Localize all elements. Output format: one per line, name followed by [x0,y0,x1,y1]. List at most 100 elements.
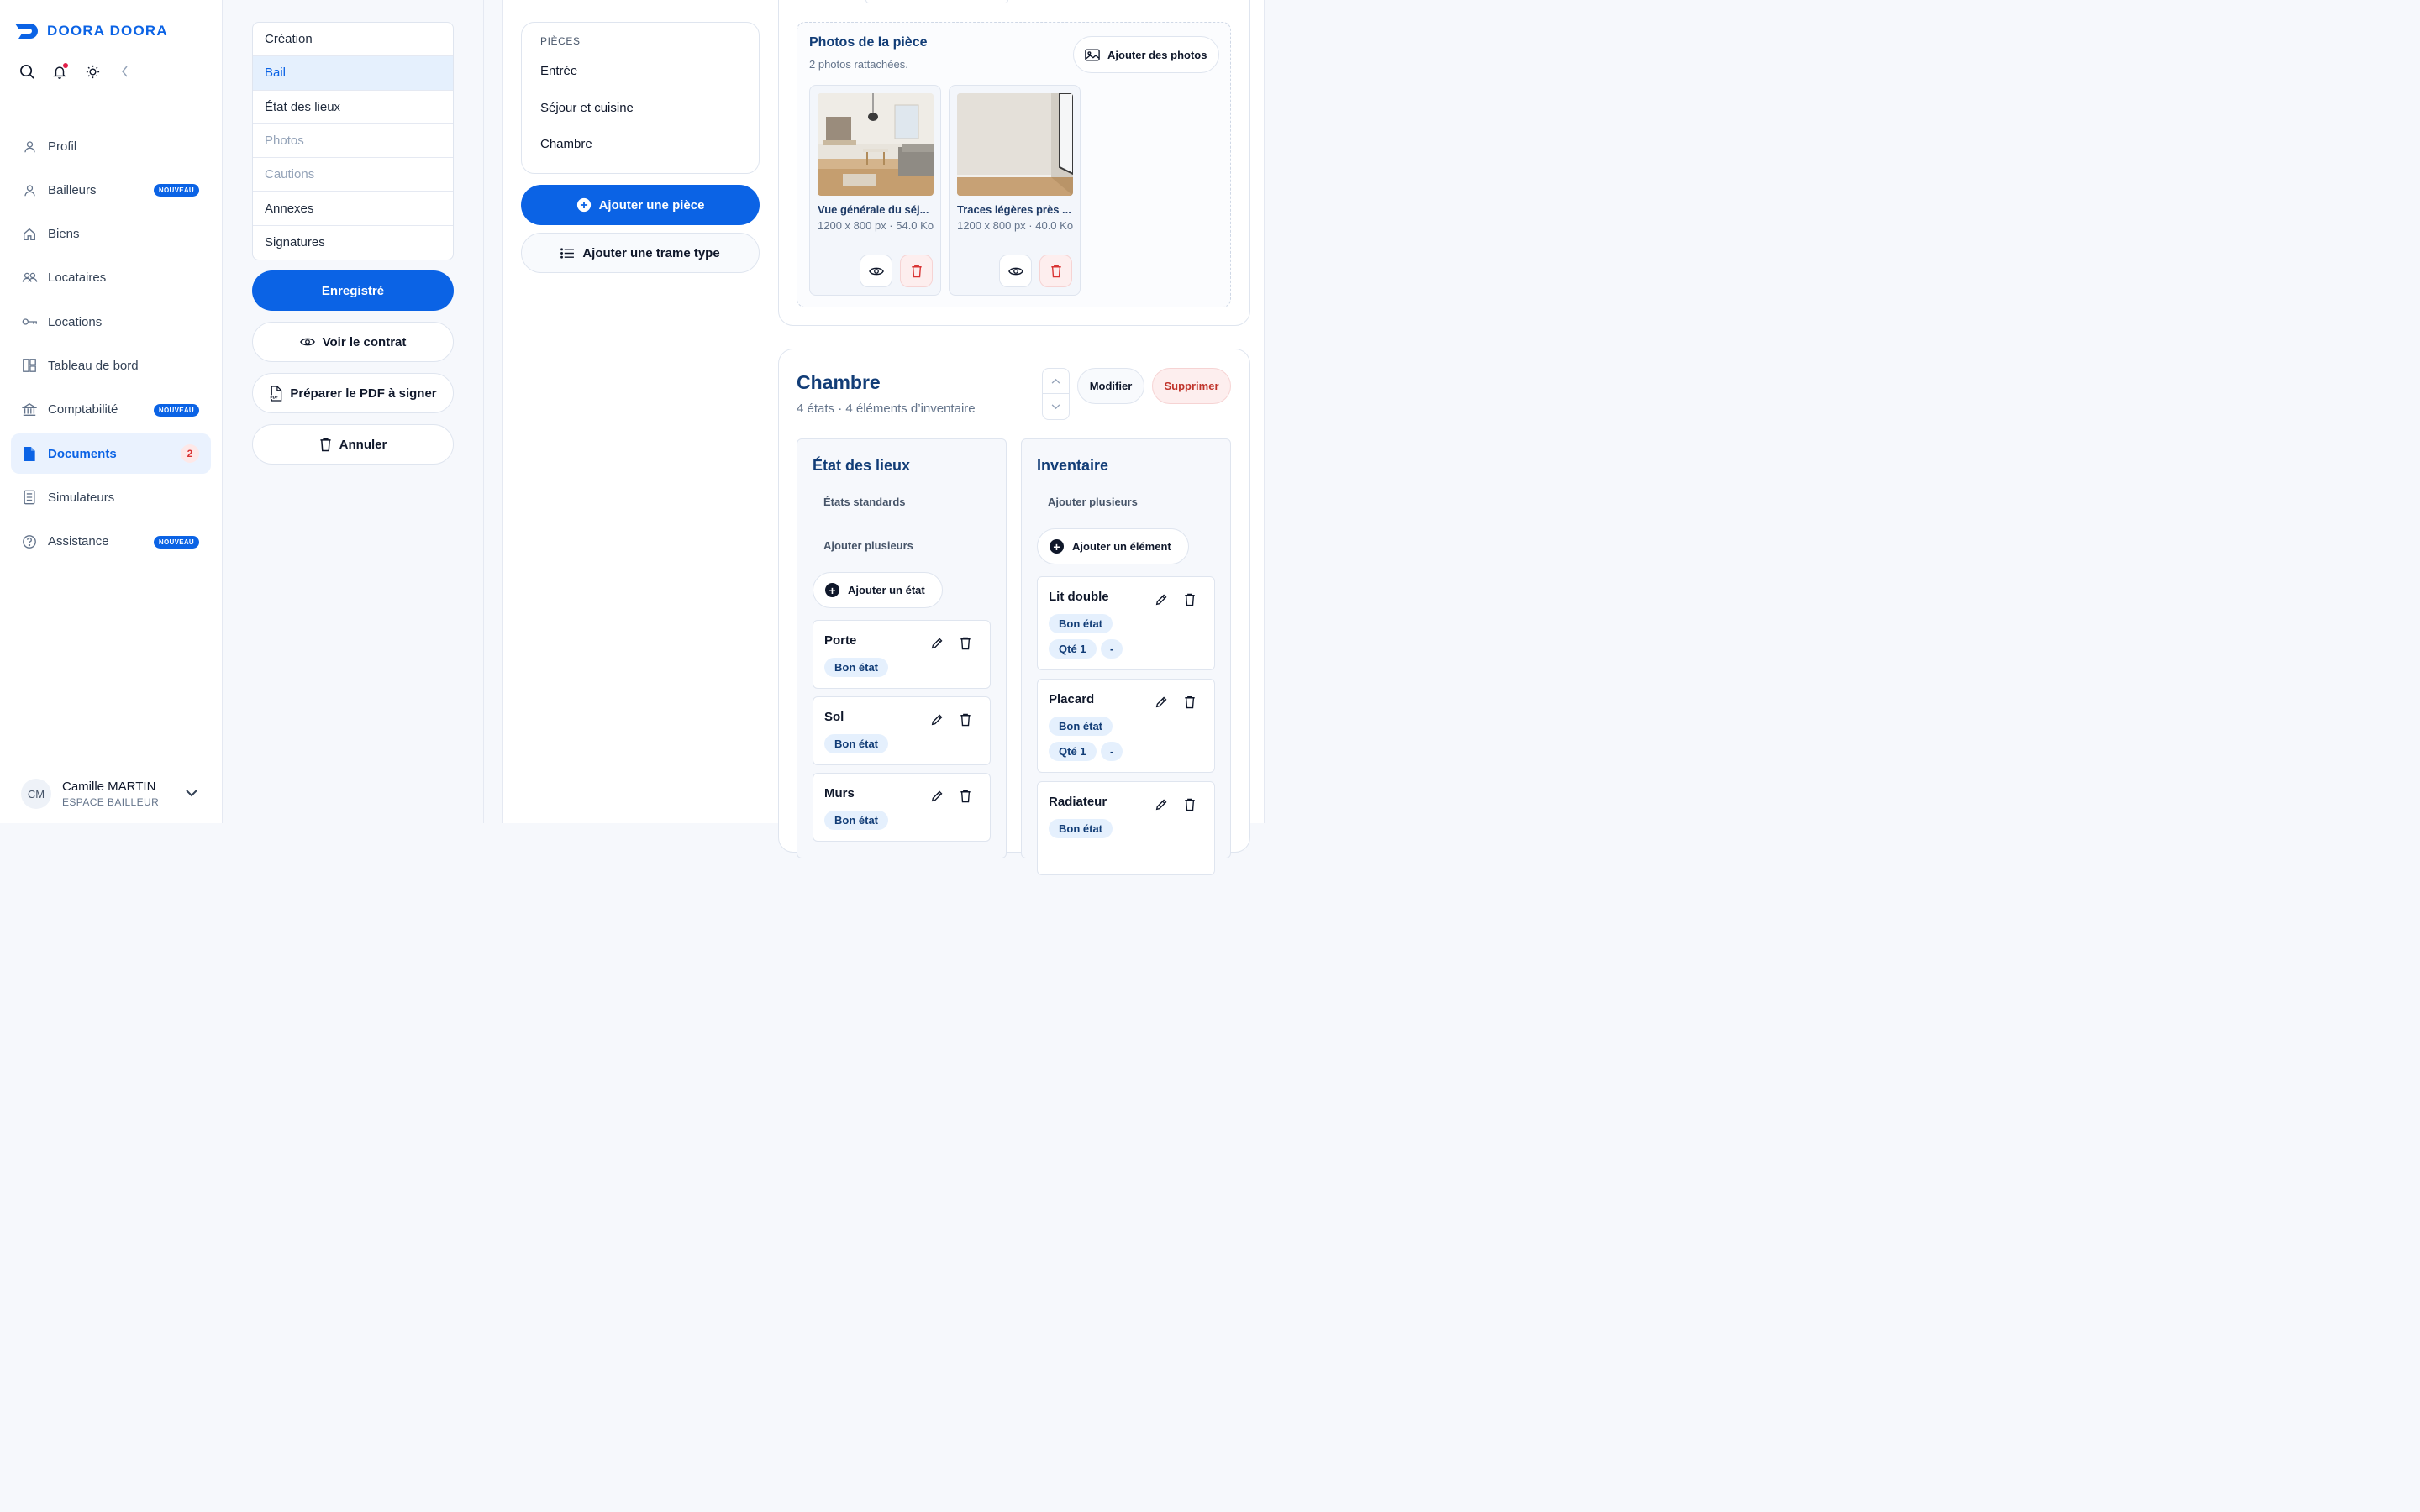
delete-room-button[interactable]: Supprimer [1152,368,1231,404]
trash-icon[interactable] [1184,593,1196,606]
trash-icon[interactable] [1184,798,1196,811]
user-role: ESPACE BAILLEUR [62,796,160,808]
chevron-down-icon[interactable] [185,789,198,797]
inventaire-section: Inventaire Ajouter plusieurs + Ajouter u… [1021,438,1231,875]
sidebar-item-biens[interactable]: Biens [11,214,211,255]
photo-thumbnail[interactable] [957,93,1073,196]
sidebar-item-label: Simulateurs [48,490,115,505]
sidebar: DOORA DOORA Profil Bailleurs NOUVEAU Bie… [0,0,223,823]
state-item: Murs Bon état [813,773,991,842]
photo-card: Vue générale du séj... 1200 x 800 px · 5… [809,85,941,296]
eye-icon [299,337,315,347]
trash-icon[interactable] [1184,696,1196,709]
state-item-name: Sol [824,710,844,724]
trash-icon [319,438,332,452]
pencil-icon[interactable] [1155,798,1168,811]
view-contract-button[interactable]: Voir le contrat [252,322,454,362]
pencil-icon[interactable] [930,790,944,803]
add-room-button[interactable]: Ajouter une pièce [521,185,760,225]
move-down-button[interactable] [1043,394,1069,419]
add-photos-button[interactable]: Ajouter des photos [1073,36,1220,73]
reorder-control [1042,368,1070,420]
inventaire-section-title: Inventaire [1037,457,1109,474]
step-creation[interactable]: Création [253,23,453,57]
sidebar-item-tableau-de-bord[interactable]: Tableau de bord [11,345,211,386]
room-item-sejour-cuisine[interactable]: Séjour et cuisine [540,101,740,138]
list-icon [560,247,575,259]
trash-icon [1050,265,1062,278]
add-multiple-items-link[interactable]: Ajouter plusieurs [1048,496,1138,508]
standard-states-link[interactable]: États standards [823,496,906,508]
delete-photo-button[interactable] [900,255,933,287]
room-item-entree[interactable]: Entrée [540,64,740,101]
svg-text:PDF: PDF [271,395,279,400]
sidebar-item-profil[interactable]: Profil [11,126,211,166]
rooms-list-heading: PIÈCES [540,35,581,47]
photo-meta: 1200 x 800 px · 54.0 Ko [818,219,934,232]
add-template-button[interactable]: Ajouter une trame type [521,233,760,273]
step-etat-des-lieux[interactable]: État des lieux [253,91,453,124]
sidebar-item-simulateurs[interactable]: Simulateurs [11,477,211,517]
step-photos[interactable]: Photos [253,124,453,159]
sidebar-item-assistance[interactable]: Assistance NOUVEAU [11,522,211,562]
user-name: Camille MARTIN [62,780,156,794]
step-cautions[interactable]: Cautions [253,158,453,192]
extra-tag: - [1101,639,1123,659]
sidebar-item-label: Locations [48,314,103,329]
sidebar-item-label: Assistance [48,534,109,549]
step-signatures[interactable]: Signatures [253,226,453,260]
cancel-button[interactable]: Annuler [252,424,454,465]
view-photo-button[interactable] [860,255,892,287]
user-icon [21,138,38,155]
prepare-pdf-label: Préparer le PDF à signer [290,386,437,401]
pencil-icon[interactable] [930,637,944,650]
edit-room-label: Modifier [1089,380,1133,392]
etat-des-lieux-section: État des lieux États standards Ajouter p… [797,438,1007,858]
quantity-tag: Qté 1 [1049,639,1097,659]
move-up-button[interactable] [1043,369,1069,394]
step-annexes[interactable]: Annexes [253,192,453,226]
add-multiple-states-link[interactable]: Ajouter plusieurs [823,539,913,552]
saved-button[interactable]: Enregistré [252,270,454,311]
sidebar-item-documents[interactable]: Documents 2 [11,433,211,475]
bell-icon[interactable] [51,62,68,81]
sun-icon[interactable] [84,62,101,81]
state-item: Sol Bon état [813,696,991,765]
sidebar-item-label: Bailleurs [48,182,97,197]
sidebar-item-locataires[interactable]: Locataires [11,258,211,298]
bank-icon [21,402,38,418]
eye-icon [868,266,884,276]
search-icon[interactable] [18,62,35,81]
sidebar-item-locations[interactable]: Locations [11,302,211,342]
trash-icon[interactable] [960,790,971,803]
room-item-chambre[interactable]: Chambre [540,137,740,174]
trash-icon[interactable] [960,637,971,650]
brand-logo[interactable]: DOORA DOORA [15,23,168,39]
quantity-tag: Qté 1 [1049,742,1097,761]
add-state-button[interactable]: + Ajouter un état [813,572,943,608]
pencil-icon[interactable] [1155,696,1168,709]
photo-thumbnail[interactable] [818,93,934,196]
sidebar-item-bailleurs[interactable]: Bailleurs NOUVEAU [11,170,211,210]
sidebar-nav: Profil Bailleurs NOUVEAU Biens Locataire… [11,126,211,565]
chevron-left-icon[interactable] [117,62,134,81]
add-item-button[interactable]: + Ajouter un élément [1037,528,1189,564]
photo-meta: 1200 x 800 px · 40.0 Ko [957,219,1074,232]
prepare-pdf-button[interactable]: PDF Préparer le PDF à signer [252,373,454,413]
plus-circle-icon: + [825,583,839,597]
edit-room-button[interactable]: Modifier [1077,368,1144,404]
pencil-icon[interactable] [1155,593,1168,606]
count-badge: 2 [181,444,199,464]
document-icon [21,445,38,462]
photos-subtitle: 2 photos rattachées. [809,58,908,71]
delete-photo-button[interactable] [1039,255,1072,287]
pencil-icon[interactable] [930,713,944,727]
sidebar-item-comptabilite[interactable]: Comptabilité NOUVEAU [11,390,211,430]
view-photo-button[interactable] [999,255,1032,287]
add-room-label: Ajouter une pièce [598,197,705,213]
step-bail[interactable]: Bail [253,56,453,91]
trash-icon[interactable] [960,713,971,727]
trash-icon [911,265,923,278]
user-menu[interactable]: CM Camille MARTIN ESPACE BAILLEUR [0,764,223,823]
photos-title: Photos de la pièce [809,35,928,50]
